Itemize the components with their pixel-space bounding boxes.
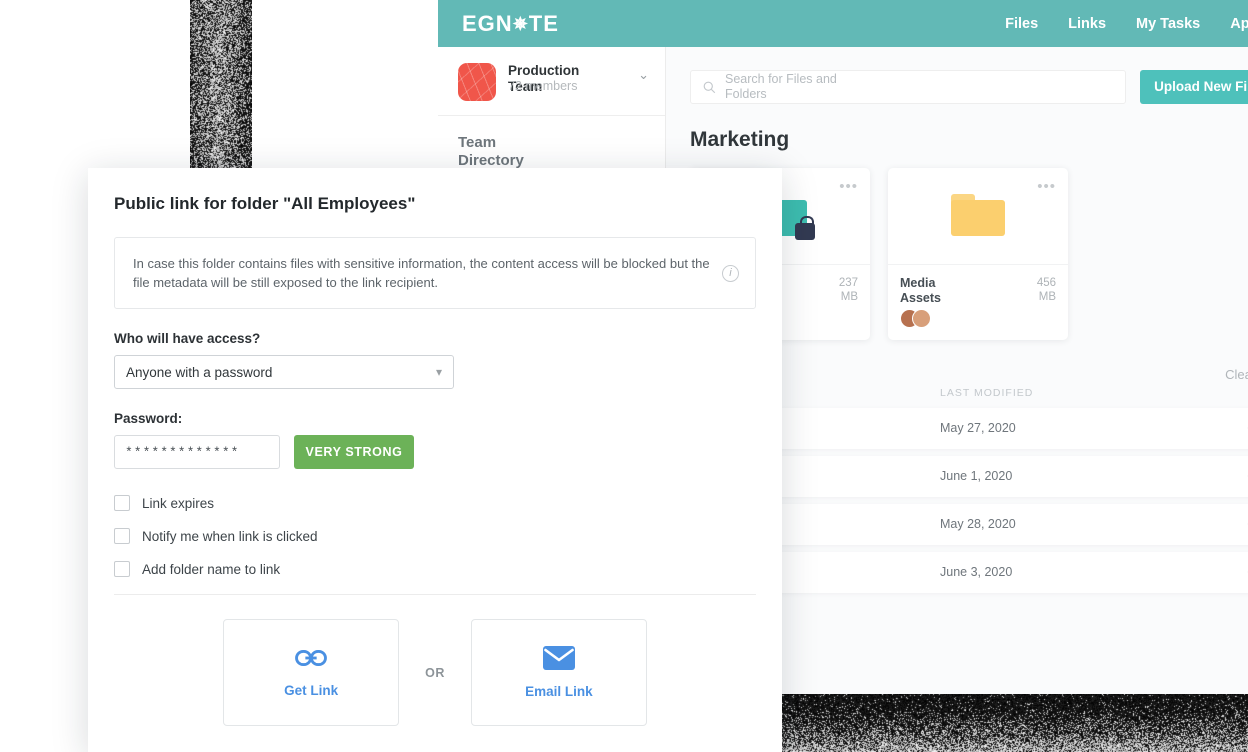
checkbox-box[interactable] [114,528,130,544]
folder-icon [951,194,1005,236]
get-link-button[interactable]: Get Link [223,619,399,726]
password-input[interactable]: ************* [114,435,280,469]
search-input[interactable]: Search for Files and Folders [690,70,1126,104]
noise-strip-bottom [780,694,1248,752]
sensitive-info-notice: In case this folder contains files with … [114,237,756,309]
access-select-value: Anyone with a password [126,365,272,380]
logo-text-part-1: EGN [462,11,513,36]
folder-card-size: 237 MB [828,276,858,319]
team-meta: Production Team 72 members [508,63,638,95]
team-directory-title: Team Directory [438,116,548,170]
password-strength-badge: VERY STRONG [294,435,414,469]
divider [114,594,756,595]
nav-link-my-tasks[interactable]: My Tasks [1136,16,1200,32]
folder-card-top: ••• [888,168,1068,264]
options-checkboxes: Link expires Notify me when link is clic… [114,495,782,577]
folder-card[interactable]: ••• Media Assets 456 MB [888,168,1068,340]
access-select[interactable]: Anyone with a password ▾ [114,355,454,389]
nav-link-files[interactable]: Files [1005,16,1038,32]
password-row: ************* VERY STRONG [114,435,782,469]
star-icon: ✵ [513,15,529,33]
dialog-actions: Get Link OR Email Link [88,619,782,726]
dialog-title: Public link for folder "All Employees" [88,168,782,214]
column-header-last-modified: LAST MODIFIED [940,387,1060,400]
access-label: Who will have access? [88,309,782,346]
checkbox-label: Add folder name to link [142,562,280,577]
checkbox-notify-on-click[interactable]: Notify me when link is clicked [114,528,782,544]
lock-icon [795,223,815,240]
email-link-label: Email Link [525,684,593,699]
folder-card-name: Media Assets [900,276,964,306]
folder-card-size: 456 MB [1026,276,1056,328]
get-link-label: Get Link [284,683,338,698]
team-member-count: 72 members [508,79,577,93]
link-chain-icon [295,647,327,669]
collaborator-avatars [900,309,964,328]
folder-card-info: Media Assets 456 MB [888,264,1068,340]
or-separator: OR [425,666,445,680]
nav-links: Files Links My Tasks Apps & Integrations [1005,16,1248,32]
search-row: Search for Files and Folders Upload New … [666,47,1248,104]
team-selector[interactable]: Production Team 72 members ⌄ [438,47,665,116]
more-options-icon[interactable]: ••• [1037,178,1056,195]
checkbox-label: Notify me when link is clicked [142,529,318,544]
checkbox-add-folder-name[interactable]: Add folder name to link [114,561,782,577]
team-avatar [458,63,496,101]
section-header: Marketing View All [666,104,1248,162]
checkbox-box[interactable] [114,495,130,511]
screen: EGN✵TE Files Links My Tasks Apps & Integ… [0,0,1248,752]
more-options-icon[interactable]: ••• [839,178,858,195]
search-icon [703,81,716,94]
avatar [912,309,931,328]
chevron-down-icon: ▾ [436,365,442,379]
row-modified: June 1, 2020 [940,469,1060,484]
chevron-down-icon[interactable]: ⌄ [638,67,649,83]
checkbox-link-expires[interactable]: Link expires [114,495,782,511]
logo-text-part-2: TE [529,11,559,36]
checkbox-box[interactable] [114,561,130,577]
email-link-button[interactable]: Email Link [471,619,647,726]
top-navigation-bar: EGN✵TE Files Links My Tasks Apps & Integ… [438,0,1248,47]
envelope-icon [543,646,575,670]
egnyte-logo[interactable]: EGN✵TE [462,11,559,37]
checkbox-label: Link expires [142,496,214,511]
nav-link-apps-integrations[interactable]: Apps & Integrations [1230,16,1248,32]
nav-link-links[interactable]: Links [1068,16,1106,32]
row-modified: May 27, 2020 [940,421,1060,436]
noise-strip-left [190,0,252,178]
row-modified: May 28, 2020 [940,517,1060,532]
search-placeholder: Search for Files and Folders [725,72,845,102]
page-title: Marketing [690,128,800,152]
info-icon[interactable]: i [722,265,739,282]
public-link-dialog: Public link for folder "All Employees" I… [88,168,782,752]
row-modified: June 3, 2020 [940,565,1060,580]
password-label: Password: [88,389,782,426]
upload-new-files-button[interactable]: Upload New Files [1140,70,1248,104]
notice-text: In case this folder contains files with … [133,254,722,292]
